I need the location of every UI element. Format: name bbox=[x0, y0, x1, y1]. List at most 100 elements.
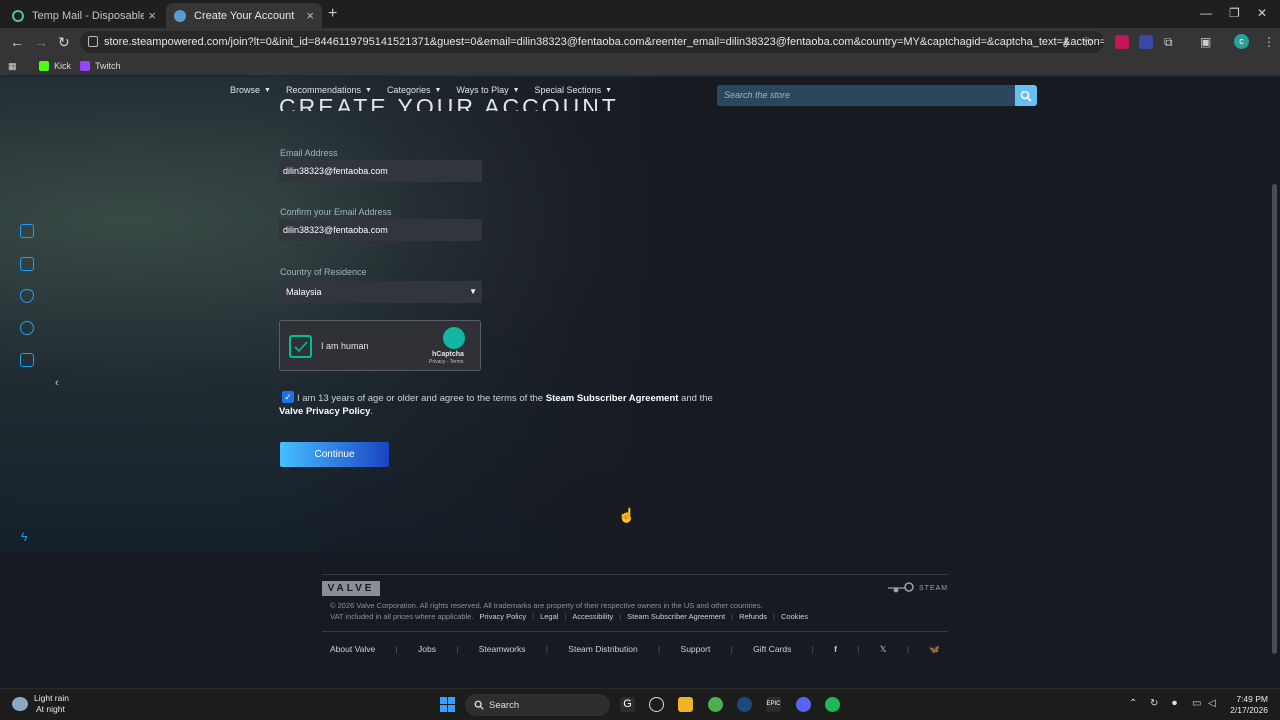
chevron-up-icon[interactable]: ⌃ bbox=[1129, 698, 1137, 709]
apps-grid-icon[interactable]: ▦ bbox=[8, 61, 17, 72]
browser-tab-bar: Temp Mail - Disposable Tempo × Create Yo… bbox=[0, 0, 1280, 28]
age-agreement-checkbox[interactable]: ✓ bbox=[282, 391, 294, 403]
support-link[interactable]: Support bbox=[681, 644, 711, 655]
new-tab-icon[interactable]: + bbox=[328, 5, 337, 23]
page-title: Create Your Account bbox=[279, 94, 619, 111]
file-explorer-icon[interactable] bbox=[678, 697, 693, 712]
steam-favicon-icon bbox=[174, 9, 186, 22]
footer-refunds-link[interactable]: Refunds bbox=[739, 612, 767, 621]
x-icon[interactable]: 𝕏 bbox=[880, 644, 887, 655]
footer-cookies-link[interactable]: Cookies bbox=[781, 612, 808, 621]
steam-logo-icon bbox=[888, 582, 914, 593]
checkmark-icon bbox=[293, 340, 308, 352]
url-text: store.steampowered.com/join?lt=0&init_id… bbox=[104, 36, 1104, 48]
close-tab-icon[interactable]: × bbox=[148, 8, 156, 23]
taskbar-search[interactable]: Search bbox=[465, 694, 610, 716]
spotify-icon[interactable] bbox=[825, 697, 840, 712]
country-select[interactable]: Malaysia ▼ bbox=[279, 281, 482, 303]
footer-privacy-policy-link[interactable]: Privacy Policy bbox=[479, 612, 526, 621]
valve-logo[interactable]: VALVE bbox=[322, 581, 380, 596]
search-input[interactable]: Search the store bbox=[717, 85, 1015, 106]
legal-links: VAT included in all prices where applica… bbox=[330, 612, 809, 621]
ssa-link[interactable]: Steam Subscriber Agreement bbox=[546, 393, 679, 404]
user-icon[interactable] bbox=[20, 321, 34, 335]
facebook-icon[interactable]: f bbox=[834, 644, 837, 655]
close-window-icon[interactable]: ✕ bbox=[1257, 6, 1267, 20]
lightning-icon[interactable]: ϟ bbox=[21, 530, 27, 544]
close-tab-icon[interactable]: × bbox=[306, 8, 314, 23]
search-button[interactable] bbox=[1015, 85, 1037, 106]
steam-icon[interactable] bbox=[737, 697, 752, 712]
chevron-down-icon: ▼ bbox=[469, 287, 477, 296]
divider bbox=[322, 574, 948, 575]
email-field[interactable]: dilin38323@fentaoba.com bbox=[279, 160, 482, 182]
tab-create-account[interactable]: Create Your Account × bbox=[166, 3, 322, 28]
extensions-puzzle-icon[interactable]: ⧉ bbox=[1164, 35, 1173, 50]
g-hub-icon[interactable]: G bbox=[620, 697, 635, 712]
pointer-cursor-icon: ☝ bbox=[618, 507, 636, 523]
hcaptcha-brand: hCaptcha bbox=[432, 351, 464, 358]
extension-icon[interactable] bbox=[1115, 35, 1129, 49]
network-icon[interactable]: ▭ bbox=[1192, 698, 1201, 709]
bookmarks-bar: ▦ Kick Twitch bbox=[0, 57, 1280, 76]
forward-icon[interactable]: → bbox=[34, 34, 48, 50]
browser-toolbar: ← → ↻ store.steampowered.com/join?lt=0&i… bbox=[0, 28, 1280, 57]
address-bar[interactable]: store.steampowered.com/join?lt=0&init_id… bbox=[80, 31, 1104, 53]
app-icon[interactable] bbox=[649, 697, 664, 712]
footer-ssa-link[interactable]: Steam Subscriber Agreement bbox=[627, 612, 725, 621]
steam-distribution-link[interactable]: Steam Distribution bbox=[568, 644, 637, 655]
nav-browse[interactable]: Browse ▼ bbox=[230, 85, 271, 95]
password-key-icon[interactable]: ⚷ bbox=[1061, 35, 1070, 49]
menu-kebab-icon[interactable]: ⋮ bbox=[1263, 35, 1275, 49]
scrollbar-thumb[interactable] bbox=[1272, 184, 1277, 654]
search-icon bbox=[1020, 90, 1032, 102]
hcaptcha-widget: I am human hCaptcha Privacy - Terms bbox=[279, 320, 481, 371]
profile-avatar[interactable]: c bbox=[1234, 34, 1249, 49]
microphone-icon[interactable]: ⏺ bbox=[1172, 698, 1177, 709]
apps-icon[interactable] bbox=[20, 224, 34, 238]
continue-button[interactable]: Continue bbox=[280, 442, 389, 467]
shield-icon[interactable] bbox=[20, 289, 34, 303]
bookmark-kick[interactable]: Kick bbox=[39, 61, 71, 71]
about-valve-link[interactable]: About Valve bbox=[330, 644, 375, 655]
bookmark-twitch[interactable]: Twitch bbox=[80, 61, 121, 71]
bookmark-star-icon[interactable]: ☆ bbox=[1083, 35, 1094, 49]
chrome-icon[interactable] bbox=[708, 697, 723, 712]
bluesky-icon[interactable]: 🦋 bbox=[929, 644, 940, 655]
restore-icon[interactable]: ❐ bbox=[1229, 6, 1240, 20]
side-panel-icon[interactable]: ▣ bbox=[1200, 35, 1211, 49]
rain-cloud-icon bbox=[12, 697, 28, 711]
clock-date: 2/17/2026 bbox=[1230, 705, 1268, 715]
hcaptcha-logo-icon bbox=[443, 327, 465, 349]
extension-icon[interactable] bbox=[1139, 35, 1153, 49]
reload-icon[interactable]: ↻ bbox=[58, 34, 70, 51]
volume-icon[interactable]: ◁ bbox=[1208, 698, 1216, 709]
confirm-email-field[interactable]: dilin38323@fentaoba.com bbox=[279, 219, 482, 241]
temp-mail-favicon-icon bbox=[12, 9, 24, 22]
jobs-link[interactable]: Jobs bbox=[418, 644, 436, 655]
tab-temp-mail[interactable]: Temp Mail - Disposable Tempo × bbox=[4, 3, 164, 28]
steam-logo[interactable]: STEAM bbox=[888, 582, 948, 594]
privacy-policy-link[interactable]: Valve Privacy Policy bbox=[279, 406, 370, 417]
weather-widget[interactable]: Light rain At night bbox=[12, 693, 69, 715]
footer-legal-link[interactable]: Legal bbox=[540, 612, 558, 621]
site-info-icon[interactable] bbox=[88, 36, 98, 47]
minimize-icon[interactable]: — bbox=[1200, 6, 1212, 20]
steamworks-link[interactable]: Steamworks bbox=[479, 644, 526, 655]
twitch-icon bbox=[80, 61, 90, 71]
captcha-checkbox[interactable] bbox=[289, 335, 312, 358]
collapse-sidebar-icon[interactable]: ‹ bbox=[55, 377, 59, 389]
gift-cards-link[interactable]: Gift Cards bbox=[753, 644, 791, 655]
gift-icon[interactable] bbox=[20, 257, 34, 271]
bookmark-label: Kick bbox=[54, 61, 72, 71]
windows-taskbar: Light rain At night Search G EPIC ⌃ ↻ ⏺ … bbox=[0, 688, 1280, 720]
captcha-privacy-terms-link[interactable]: Privacy - Terms bbox=[429, 359, 463, 365]
back-icon[interactable]: ← bbox=[10, 34, 24, 50]
system-clock[interactable]: 7:49 PM 2/17/2026 bbox=[1226, 694, 1268, 716]
sync-icon[interactable]: ↻ bbox=[1150, 698, 1158, 709]
epic-games-icon[interactable]: EPIC bbox=[766, 697, 781, 712]
chart-icon[interactable] bbox=[20, 353, 34, 367]
windows-start-icon[interactable] bbox=[440, 697, 455, 712]
footer-accessibility-link[interactable]: Accessibility bbox=[572, 612, 613, 621]
discord-icon[interactable] bbox=[796, 697, 811, 712]
